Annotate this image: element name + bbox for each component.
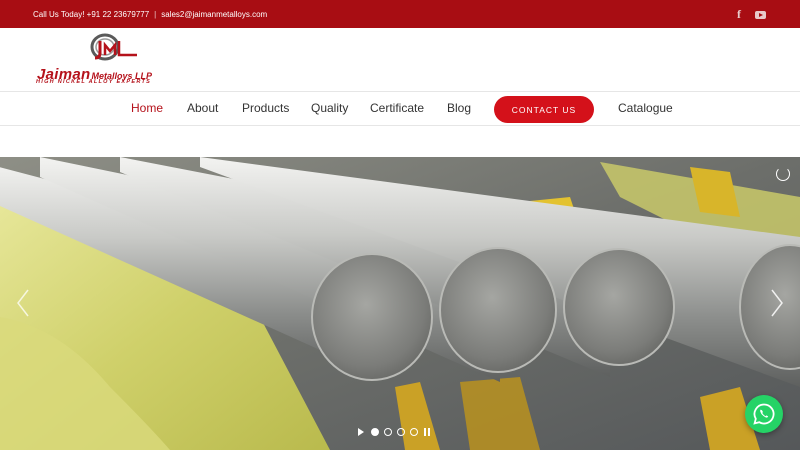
logo-tagline: HIGH NICKEL ALLOY EXPERTS	[36, 79, 152, 85]
hero-image	[0, 157, 800, 450]
nav-home[interactable]: Home	[131, 101, 163, 115]
whatsapp-icon	[753, 403, 775, 425]
nav-catalogue[interactable]: Catalogue	[618, 101, 673, 115]
site-logo[interactable]: JaimanMetalloys LLP HIGH NICKEL ALLOY EX…	[35, 33, 195, 85]
slide-pager	[358, 428, 430, 436]
phone-text[interactable]: Call Us Today! +91 22 23679777	[33, 10, 149, 19]
separator: |	[154, 10, 157, 19]
nav-products[interactable]: Products	[242, 101, 289, 115]
slider-loading-icon	[776, 167, 790, 181]
nav-about[interactable]: About	[187, 101, 218, 115]
top-bar: Call Us Today! +91 22 23679777 | sales2@…	[0, 0, 800, 28]
youtube-icon[interactable]	[755, 10, 766, 19]
social-links: f	[737, 8, 766, 20]
pause-icon[interactable]	[424, 428, 430, 436]
slide-dot-4[interactable]	[410, 428, 418, 436]
slide-dot-2[interactable]	[384, 428, 392, 436]
contact-us-button[interactable]: CONTACT US	[494, 96, 594, 123]
email-link[interactable]: sales2@jaimanmetalloys.com	[161, 10, 267, 19]
nav-quality[interactable]: Quality	[311, 101, 348, 115]
hero-slider[interactable]	[0, 157, 800, 450]
top-contact: Call Us Today! +91 22 23679777 | sales2@…	[33, 10, 267, 19]
nav-blog[interactable]: Blog	[447, 101, 471, 115]
whatsapp-button[interactable]	[745, 395, 783, 433]
main-nav: Home About Products Quality Certificate …	[0, 92, 800, 125]
play-icon[interactable]	[358, 428, 364, 436]
nav-divider	[0, 125, 800, 126]
slide-dot-3[interactable]	[397, 428, 405, 436]
logo-mark-icon	[90, 33, 137, 61]
next-slide-arrow[interactable]	[768, 288, 786, 318]
slide-dot-1[interactable]	[371, 428, 379, 436]
nav-certificate[interactable]: Certificate	[370, 101, 424, 115]
facebook-icon[interactable]: f	[737, 8, 741, 20]
prev-slide-arrow[interactable]	[14, 288, 32, 318]
